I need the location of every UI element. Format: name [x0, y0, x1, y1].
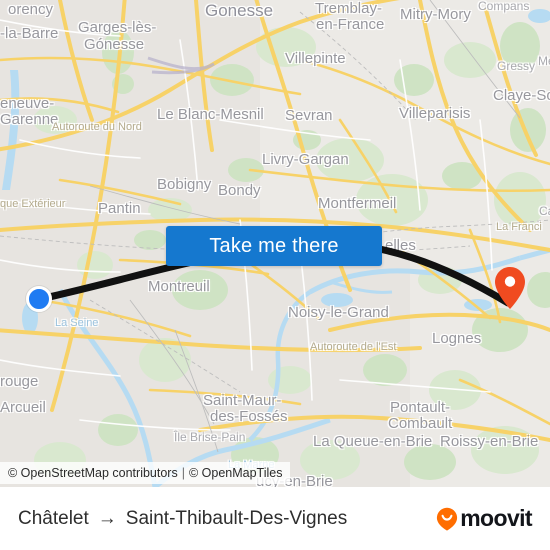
take-me-there-button[interactable]: Take me there — [166, 226, 382, 266]
route-destination-label: Saint-Thibault-Des-Vignes — [125, 507, 348, 529]
origin-marker-chatelet[interactable] — [26, 286, 52, 312]
map-canvas[interactable]: .land { fill:#eceae6; } .urban { fill:#e… — [0, 0, 550, 487]
destination-marker-saint-thibault-des-vignes[interactable] — [494, 266, 526, 310]
attribution-openmaptiles[interactable]: © OpenMapTiles — [189, 466, 283, 480]
footer-bar: Châtelet → Saint-Thibault-Des-Vignes moo… — [0, 487, 550, 550]
screenshot-root: .land { fill:#eceae6; } .urban { fill:#e… — [0, 0, 550, 550]
route-summary: Châtelet → Saint-Thibault-Des-Vignes — [18, 508, 347, 530]
moovit-pin-icon — [437, 507, 458, 531]
moovit-logo[interactable]: moovit — [436, 505, 533, 532]
moovit-wordmark: moovit — [460, 505, 532, 531]
arrow-right-icon: → — [97, 507, 117, 529]
attribution-osm[interactable]: © OpenStreetMap contributors — [8, 466, 178, 480]
map-attribution: © OpenStreetMap contributors | © OpenMap… — [0, 462, 291, 484]
route-origin-label: Châtelet — [18, 507, 89, 529]
attribution-separator: | — [181, 466, 185, 480]
